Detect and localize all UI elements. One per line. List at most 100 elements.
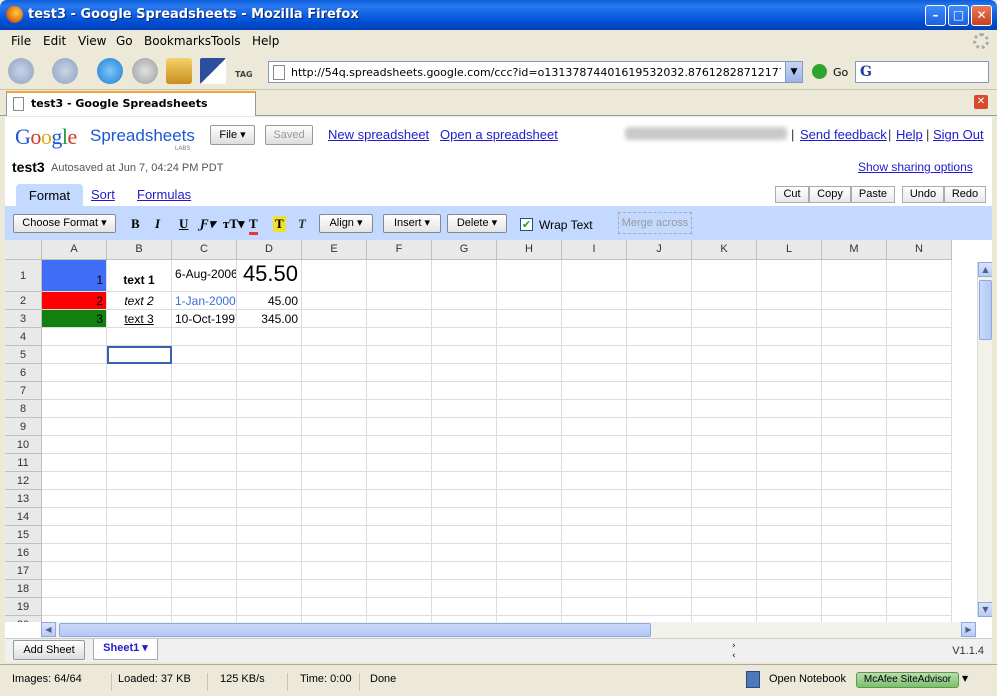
bold-icon[interactable]: B [131,216,140,232]
menu-edit[interactable]: Edit [43,34,66,48]
cell-L3[interactable] [757,310,822,328]
cell-I19[interactable] [562,598,627,616]
cell-A7[interactable] [42,382,107,400]
cell-M15[interactable] [822,526,887,544]
cell-M18[interactable] [822,580,887,598]
cell-I7[interactable] [562,382,627,400]
cell-L19[interactable] [757,598,822,616]
maximize-button[interactable]: □ [948,5,969,26]
cell-A15[interactable] [42,526,107,544]
cell-I6[interactable] [562,364,627,382]
minimize-button[interactable]: – [925,5,946,26]
cell-F17[interactable] [367,562,432,580]
cell-L14[interactable] [757,508,822,526]
cell-J2[interactable] [627,292,692,310]
cell-G6[interactable] [432,364,497,382]
cell-M8[interactable] [822,400,887,418]
cell-I13[interactable] [562,490,627,508]
cell-G13[interactable] [432,490,497,508]
row-header-16[interactable]: 16 [5,544,42,562]
cell-I11[interactable] [562,454,627,472]
cell-E8[interactable] [302,400,367,418]
vertical-scroll-thumb[interactable] [979,280,992,340]
cell-K7[interactable] [692,382,757,400]
cell-F16[interactable] [367,544,432,562]
cell-L9[interactable] [757,418,822,436]
cell-K8[interactable] [692,400,757,418]
cell-F12[interactable] [367,472,432,490]
cell-H16[interactable] [497,544,562,562]
cell-H8[interactable] [497,400,562,418]
cell-M2[interactable] [822,292,887,310]
cell-B3[interactable]: text 3 [107,310,172,328]
cell-H18[interactable] [497,580,562,598]
cell-G12[interactable] [432,472,497,490]
row-header-15[interactable]: 15 [5,526,42,544]
cell-M16[interactable] [822,544,887,562]
cell-N18[interactable] [887,580,952,598]
cell-J3[interactable] [627,310,692,328]
cell-G2[interactable] [432,292,497,310]
font-size-icon[interactable]: тT▾ [223,216,245,232]
cell-B2[interactable]: text 2 [107,292,172,310]
cell-E2[interactable] [302,292,367,310]
cell-D12[interactable] [237,472,302,490]
cell-L7[interactable] [757,382,822,400]
show-sharing-link[interactable]: Show sharing options [858,160,973,174]
vertical-scrollbar[interactable]: ▲ ▼ [977,262,992,617]
text-color-icon[interactable]: T [249,216,258,235]
cell-C11[interactable] [172,454,237,472]
cell-M12[interactable] [822,472,887,490]
cell-J9[interactable] [627,418,692,436]
file-menu-button[interactable]: File ▾ [210,125,255,145]
cell-K19[interactable] [692,598,757,616]
cell-I2[interactable] [562,292,627,310]
cell-A16[interactable] [42,544,107,562]
row-header-11[interactable]: 11 [5,454,42,472]
cell-N11[interactable] [887,454,952,472]
cell-H17[interactable] [497,562,562,580]
row-header-2[interactable]: 2 [5,292,42,310]
cell-H12[interactable] [497,472,562,490]
cell-N7[interactable] [887,382,952,400]
cell-A14[interactable] [42,508,107,526]
cell-E11[interactable] [302,454,367,472]
tab-close-icon[interactable]: ✕ [974,95,988,109]
cell-E4[interactable] [302,328,367,346]
cell-B1[interactable]: text 1 [107,260,172,292]
go-button[interactable]: Go [833,66,848,79]
horizontal-scrollbar[interactable]: ◀ ▶ [41,622,976,638]
underline-icon[interactable]: U [179,216,188,232]
cell-L8[interactable] [757,400,822,418]
cell-J7[interactable] [627,382,692,400]
cell-H1[interactable] [497,260,562,292]
notebook-icon[interactable] [746,671,760,688]
cell-N1[interactable] [887,260,952,292]
horizontal-scroll-thumb[interactable] [59,623,651,637]
cell-M17[interactable] [822,562,887,580]
cell-K10[interactable] [692,436,757,454]
cell-G1[interactable] [432,260,497,292]
cell-C19[interactable] [172,598,237,616]
column-header-H[interactable]: H [497,240,562,260]
cell-B7[interactable] [107,382,172,400]
cell-G14[interactable] [432,508,497,526]
cell-H13[interactable] [497,490,562,508]
url-input[interactable]: http://54q.spreadsheets.google.com/ccc?i… [291,66,781,79]
tab-formulas[interactable]: Formulas [137,187,191,202]
cell-J11[interactable] [627,454,692,472]
cell-B19[interactable] [107,598,172,616]
cell-G15[interactable] [432,526,497,544]
column-header-D[interactable]: D [237,240,302,260]
cell-K2[interactable] [692,292,757,310]
window-titlebar[interactable]: test3 - Google Spreadsheets - Mozilla Fi… [0,0,997,30]
cell-J16[interactable] [627,544,692,562]
cell-M3[interactable] [822,310,887,328]
cell-M10[interactable] [822,436,887,454]
column-header-F[interactable]: F [367,240,432,260]
cell-D11[interactable] [237,454,302,472]
cell-A18[interactable] [42,580,107,598]
wrap-text-checkbox[interactable]: ✔ [520,218,533,231]
cell-I4[interactable] [562,328,627,346]
cell-N9[interactable] [887,418,952,436]
